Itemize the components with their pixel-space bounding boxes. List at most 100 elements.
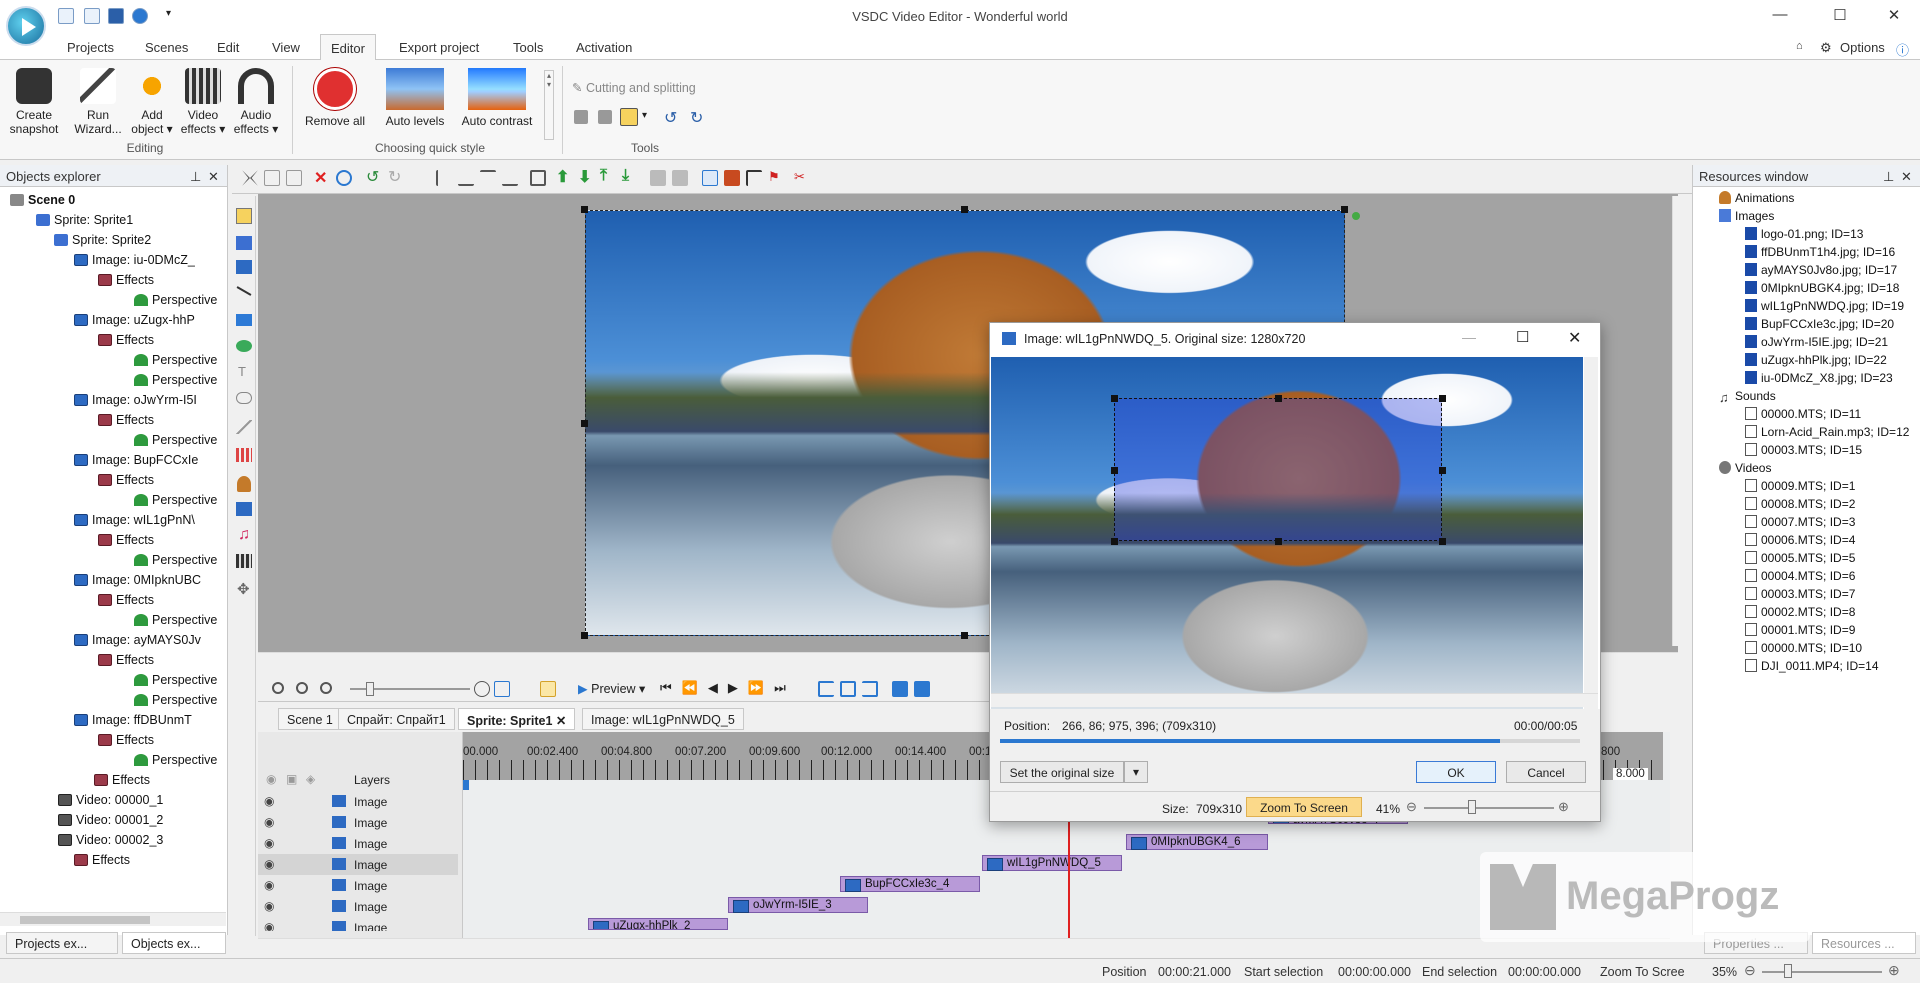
resize-handle[interactable] — [1341, 206, 1348, 213]
chart-tool-icon[interactable] — [236, 448, 252, 462]
tree-image[interactable]: Image: wIL1gPnN\ — [74, 513, 195, 527]
ellipse-tool-icon[interactable] — [236, 340, 252, 352]
zoom-out-icon[interactable] — [296, 682, 308, 694]
dialog-horizontal-scrollbar[interactable] — [991, 693, 1598, 707]
align-top-icon[interactable] — [480, 170, 496, 186]
dialog-vertical-scrollbar[interactable] — [1584, 357, 1598, 715]
eye-icon[interactable]: ◉ — [264, 857, 274, 871]
timeline-clip[interactable]: wIL1gPnNWDQ_5 — [982, 855, 1122, 871]
resize-handle[interactable] — [581, 420, 588, 427]
tree-effects[interactable]: Effects — [98, 473, 154, 487]
tree-effects[interactable]: Effects — [74, 853, 130, 867]
freehand-tool-icon[interactable] — [236, 420, 252, 434]
image-tool-icon[interactable] — [236, 502, 252, 516]
rotate-handle[interactable] — [1352, 212, 1360, 220]
res-videos[interactable]: Videos — [1719, 461, 1771, 475]
crop-dropdown-icon[interactable]: ▾ — [642, 110, 647, 121]
audio-icon[interactable]: ◈ — [306, 772, 315, 786]
select-region-icon[interactable] — [702, 170, 718, 186]
tree-effects[interactable]: Effects — [98, 333, 154, 347]
auto-contrast-button[interactable]: Auto contrast — [456, 68, 538, 128]
line-tool-icon[interactable] — [236, 286, 252, 296]
split-clip-icon[interactable] — [892, 681, 908, 697]
menu-editor[interactable]: Editor — [320, 34, 376, 61]
menu-edit[interactable]: Edit — [217, 40, 239, 55]
tree-perspective[interactable]: Perspective — [134, 433, 217, 447]
tab-sprite1[interactable]: Sprite: Sprite1 ✕ — [458, 708, 576, 730]
crop-handle[interactable] — [1275, 395, 1282, 402]
set-end-icon[interactable] — [862, 681, 878, 697]
sprite-tool-icon[interactable] — [236, 236, 252, 250]
res-item[interactable]: BupFCCxIe3c.jpg; ID=20 — [1745, 317, 1894, 331]
tree-perspective[interactable]: Perspective — [134, 753, 217, 767]
track-row[interactable]: ◉ Image — [258, 812, 458, 833]
menu-export-project[interactable]: Export project — [399, 40, 479, 55]
selection-icon[interactable] — [840, 681, 856, 697]
res-item[interactable]: oJwYrm-I5IE.jpg; ID=21 — [1745, 335, 1888, 349]
video-tool-icon[interactable] — [236, 554, 252, 568]
group-icon[interactable] — [650, 170, 666, 186]
status-zoom-in-icon[interactable]: ⊕ — [1888, 962, 1900, 979]
run-wizard-button[interactable]: Run Wizard... — [70, 68, 126, 136]
pointer-tool-icon[interactable] — [236, 208, 252, 224]
tree-image[interactable]: Image: ffDBUnmT — [74, 713, 192, 727]
cut-icon[interactable] — [574, 110, 588, 124]
pin-icon[interactable]: ⊥ — [1883, 169, 1894, 185]
snap-icon[interactable] — [540, 681, 556, 697]
res-item[interactable]: 00000.MTS; ID=11 — [1745, 407, 1861, 421]
res-item[interactable]: 00001.MTS; ID=9 — [1745, 623, 1855, 637]
eye-icon[interactable]: ◉ — [264, 836, 274, 850]
status-zoom-slider[interactable] — [1762, 971, 1882, 973]
res-item[interactable]: 00003.MTS; ID=7 — [1745, 587, 1855, 601]
resize-handle[interactable] — [581, 206, 588, 213]
tree-effects[interactable]: Effects — [98, 533, 154, 547]
tree-video[interactable]: Video: 00002_3 — [58, 833, 163, 847]
track-row[interactable]: ◉ Image — [258, 875, 458, 896]
tree-sprite2[interactable]: Sprite: Sprite2 — [54, 233, 151, 247]
tree-image[interactable]: Image: uZugx-hhP — [74, 313, 195, 327]
undo-icon[interactable]: ↺ — [366, 167, 382, 186]
options-button[interactable]: Options — [1840, 40, 1885, 55]
timeline-clip[interactable]: 0MIpknUBGK4_6 — [1126, 834, 1268, 850]
tree-perspective[interactable]: Perspective — [134, 553, 217, 567]
zoom-to-screen-button[interactable]: Zoom To Screen — [1246, 797, 1362, 817]
tree-horizontal-scrollbar[interactable] — [0, 912, 226, 926]
rotate-left-icon[interactable]: ↺ — [664, 108, 677, 128]
track-row[interactable]: ◉ Image — [258, 833, 458, 854]
tree-perspective[interactable]: Perspective — [134, 493, 217, 507]
tree-perspective[interactable]: Perspective — [134, 373, 217, 387]
crop-handle[interactable] — [1439, 538, 1446, 545]
tab-projects-explorer[interactable]: Projects ex... — [6, 932, 118, 954]
tab-objects-explorer[interactable]: Objects ex... — [122, 932, 226, 954]
menu-activation[interactable]: Activation — [576, 40, 632, 55]
marker-icon[interactable]: ⚑ — [768, 169, 784, 185]
rectangle-tool-icon[interactable] — [236, 314, 252, 326]
tree-effects[interactable]: Effects — [98, 413, 154, 427]
home-icon[interactable]: ⌂ — [1796, 40, 1803, 52]
res-item[interactable]: 0MIpknUBGK4.jpg; ID=18 — [1745, 281, 1899, 295]
status-zoom-out-icon[interactable]: ⊖ — [1744, 962, 1756, 979]
rotate-right-icon[interactable]: ↻ — [690, 108, 703, 128]
crop-icon[interactable] — [620, 108, 638, 126]
close-button[interactable]: ✕ — [1874, 6, 1914, 28]
track-row[interactable]: ◉ Image — [258, 917, 458, 931]
tree-perspective[interactable]: Perspective — [134, 613, 217, 627]
tree-perspective[interactable]: Perspective — [134, 673, 217, 687]
dialog-zoom-slider[interactable] — [1424, 807, 1554, 809]
crop-handle[interactable] — [1275, 538, 1282, 545]
delete-icon[interactable]: ✕ — [314, 168, 330, 187]
zoom-range-icon[interactable] — [494, 681, 510, 697]
minimize-button[interactable]: — — [1760, 6, 1800, 28]
res-item[interactable]: 00009.MTS; ID=1 — [1745, 479, 1855, 493]
res-item[interactable]: 00002.MTS; ID=8 — [1745, 605, 1855, 619]
layers-tool-icon[interactable] — [236, 260, 252, 274]
fit-icon[interactable] — [530, 170, 546, 186]
canvas-vertical-scrollbar[interactable] — [1672, 196, 1686, 646]
eye-icon[interactable]: ◉ — [264, 899, 274, 913]
tree-perspective[interactable]: Perspective — [134, 293, 217, 307]
panel-close-icon[interactable]: ✕ — [208, 169, 219, 185]
crop-handle[interactable] — [1439, 395, 1446, 402]
pin-icon[interactable]: ⊥ — [190, 169, 201, 185]
res-item[interactable]: 00006.MTS; ID=4 — [1745, 533, 1855, 547]
preview-button[interactable]: ▶ Preview ▾ — [578, 681, 645, 696]
